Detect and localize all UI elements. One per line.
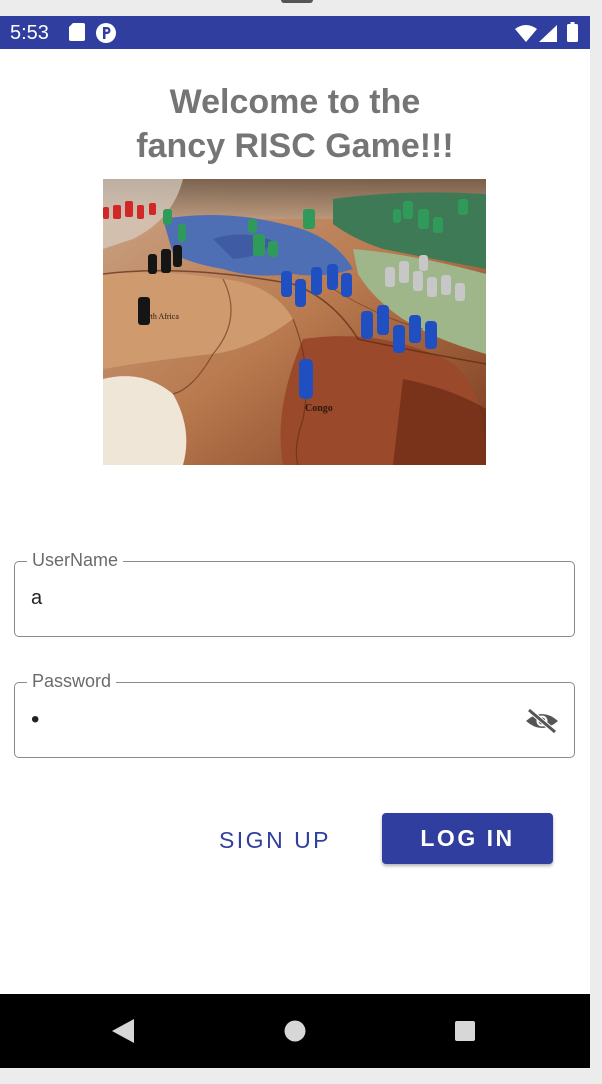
sign-up-button[interactable]: SIGN UP: [206, 816, 344, 864]
battery-icon: [567, 22, 578, 47]
username-input[interactable]: [31, 562, 511, 635]
app-screen: 5:53 Welcome to the fancy RISC Game!!! r…: [0, 16, 590, 1068]
welcome-title-line-1: Welcome to the: [169, 83, 421, 121]
bottom-strip: [0, 1068, 602, 1084]
navigation-bar: [0, 994, 590, 1068]
home-icon[interactable]: [284, 1020, 306, 1047]
right-gutter: [590, 16, 602, 1068]
password-input[interactable]: •: [31, 683, 511, 756]
board-label-north-africa: rth Africa: [148, 312, 179, 321]
signal-icon: [539, 25, 557, 47]
username-field[interactable]: UserName: [14, 550, 575, 637]
notch: [281, 0, 313, 3]
welcome-title: Welcome to the fancy RISC Game!!!: [0, 80, 590, 168]
log-in-button[interactable]: LOG IN: [382, 813, 553, 864]
top-strip: [0, 0, 602, 16]
password-field[interactable]: Password •: [14, 671, 575, 758]
eye-off-icon[interactable]: [525, 707, 559, 735]
status-bar: 5:53: [0, 16, 590, 49]
risk-board-image: rth Africa Congo: [103, 179, 486, 465]
status-time: 5:53: [10, 22, 49, 44]
welcome-title-line-2: fancy RISC Game!!!: [136, 127, 454, 165]
device-frame: 5:53 Welcome to the fancy RISC Game!!! r…: [0, 0, 602, 1084]
recents-icon[interactable]: [455, 1021, 475, 1046]
sd-card-icon: [69, 23, 85, 46]
p-notification-icon: [96, 23, 116, 48]
wifi-icon: [515, 25, 537, 47]
back-icon[interactable]: [112, 1019, 134, 1048]
board-label-congo: Congo: [305, 403, 333, 414]
